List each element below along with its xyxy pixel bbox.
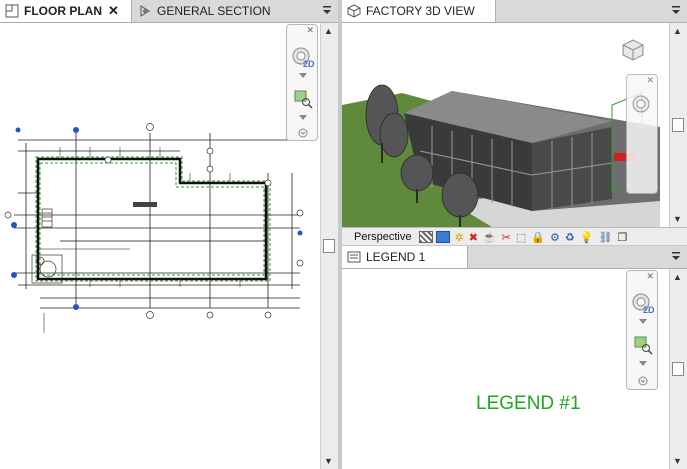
lock-view-icon[interactable]: 🔒 [531,231,545,244]
zoom-region-icon[interactable] [633,335,653,355]
navigation-bar-3d[interactable]: ✕ [626,74,658,194]
legend-icon [347,251,361,263]
tab-legend-1[interactable]: LEGEND 1 [342,246,468,268]
3d-model-render [342,23,660,227]
show-crop-icon[interactable]: ⬚ [516,231,526,244]
navigation-bar-legend[interactable]: ✕ 2D [626,270,658,390]
close-icon[interactable]: ✕ [646,75,654,86]
right-top-tab-bar: FACTORY 3D VIEW [342,0,687,23]
tab-floor-plan[interactable]: FLOOR PLAN ✕ [0,0,132,22]
more-icon[interactable]: ❐ [617,231,627,244]
view-control-bar: Perspective ✲ ✖ ☕ ✂ ⬚ 🔒 ⚙ ♻ 💡 ⛓ ❐ [342,227,687,245]
shadows-icon[interactable]: ✖ [469,231,478,244]
close-icon[interactable]: ✕ [306,25,314,36]
scroll-thumb[interactable] [672,362,684,376]
section-view-icon [140,5,150,17]
scroll-up-icon[interactable]: ▲ [673,272,682,282]
options-icon[interactable] [298,128,308,138]
steering-wheel-icon[interactable] [630,93,656,117]
left-vertical-scrollbar[interactable]: ▲ ▼ [320,23,338,469]
chevron-down-icon[interactable] [299,73,307,79]
temporary-hide-icon[interactable]: ⚙ [550,231,560,244]
crop-view-icon[interactable]: ✂ [502,231,511,244]
tab-factory-3d-view-label: FACTORY 3D VIEW [366,4,475,18]
floor-plan-drawing [4,123,304,333]
navbar-2d-label: 2D [303,59,315,69]
chevron-down-icon[interactable] [639,319,647,325]
right-top-vertical-scrollbar[interactable]: ▲ ▼ [669,23,687,227]
options-icon[interactable] [638,376,648,386]
visual-style-icon[interactable] [436,231,451,243]
legend-view[interactable]: LEGEND 1 ✕ 2D LEGEND #1 ▲ ▼ [342,246,687,469]
view-mode-label[interactable]: Perspective [354,231,411,243]
constraints-icon[interactable]: ⛓ [598,231,612,244]
reveal-hidden-icon[interactable]: ♻ [565,231,575,244]
close-icon[interactable]: ✕ [646,271,654,282]
chevron-down-icon[interactable] [639,361,647,367]
right-bottom-vertical-scrollbar[interactable]: ▲ ▼ [669,269,687,469]
chevron-down-icon[interactable] [671,250,681,262]
tab-general-section-label: GENERAL SECTION [157,4,271,18]
scroll-down-icon[interactable]: ▼ [324,456,333,466]
3d-view-icon [347,4,361,18]
detail-level-icon[interactable] [419,231,434,243]
scroll-down-icon[interactable]: ▼ [673,214,682,224]
view-cube-icon[interactable] [620,38,646,62]
factory-3d-view[interactable]: FACTORY 3D VIEW ✕ ▲ ▼ Perspective ✲ ✖ ☕ … [342,0,687,245]
tab-floor-plan-label: FLOOR PLAN [24,4,102,18]
scroll-up-icon[interactable]: ▲ [673,26,682,36]
scroll-up-icon[interactable]: ▲ [324,26,333,36]
tab-factory-3d-view[interactable]: FACTORY 3D VIEW [342,0,496,22]
highlight-icon[interactable]: 💡 [580,231,594,244]
left-tab-bar: FLOOR PLAN ✕ GENERAL SECTION [0,0,338,23]
legend-title: LEGEND #1 [476,393,581,414]
tab-legend-1-label: LEGEND 1 [366,250,426,264]
floor-plan-view[interactable]: FLOOR PLAN ✕ GENERAL SECTION ✕ 2D ▲ ▼ [0,0,338,469]
scroll-thumb[interactable] [672,118,684,132]
navigation-bar[interactable]: ✕ 2D [286,24,318,141]
tab-general-section[interactable]: GENERAL SECTION [133,0,313,22]
chevron-down-icon[interactable] [322,4,332,16]
right-bottom-tab-bar: LEGEND 1 [342,246,687,269]
render-icon[interactable]: ☕ [483,231,497,244]
chevron-down-icon[interactable] [299,115,307,121]
chevron-down-icon[interactable] [671,4,681,16]
sun-path-icon[interactable]: ✲ [454,231,463,244]
zoom-region-icon[interactable] [293,89,313,109]
navbar-2d-label: 2D [643,305,655,315]
scroll-thumb[interactable] [323,239,335,253]
close-icon[interactable]: ✕ [108,3,119,19]
scroll-down-icon[interactable]: ▼ [673,456,682,466]
floor-plan-icon [5,4,19,18]
